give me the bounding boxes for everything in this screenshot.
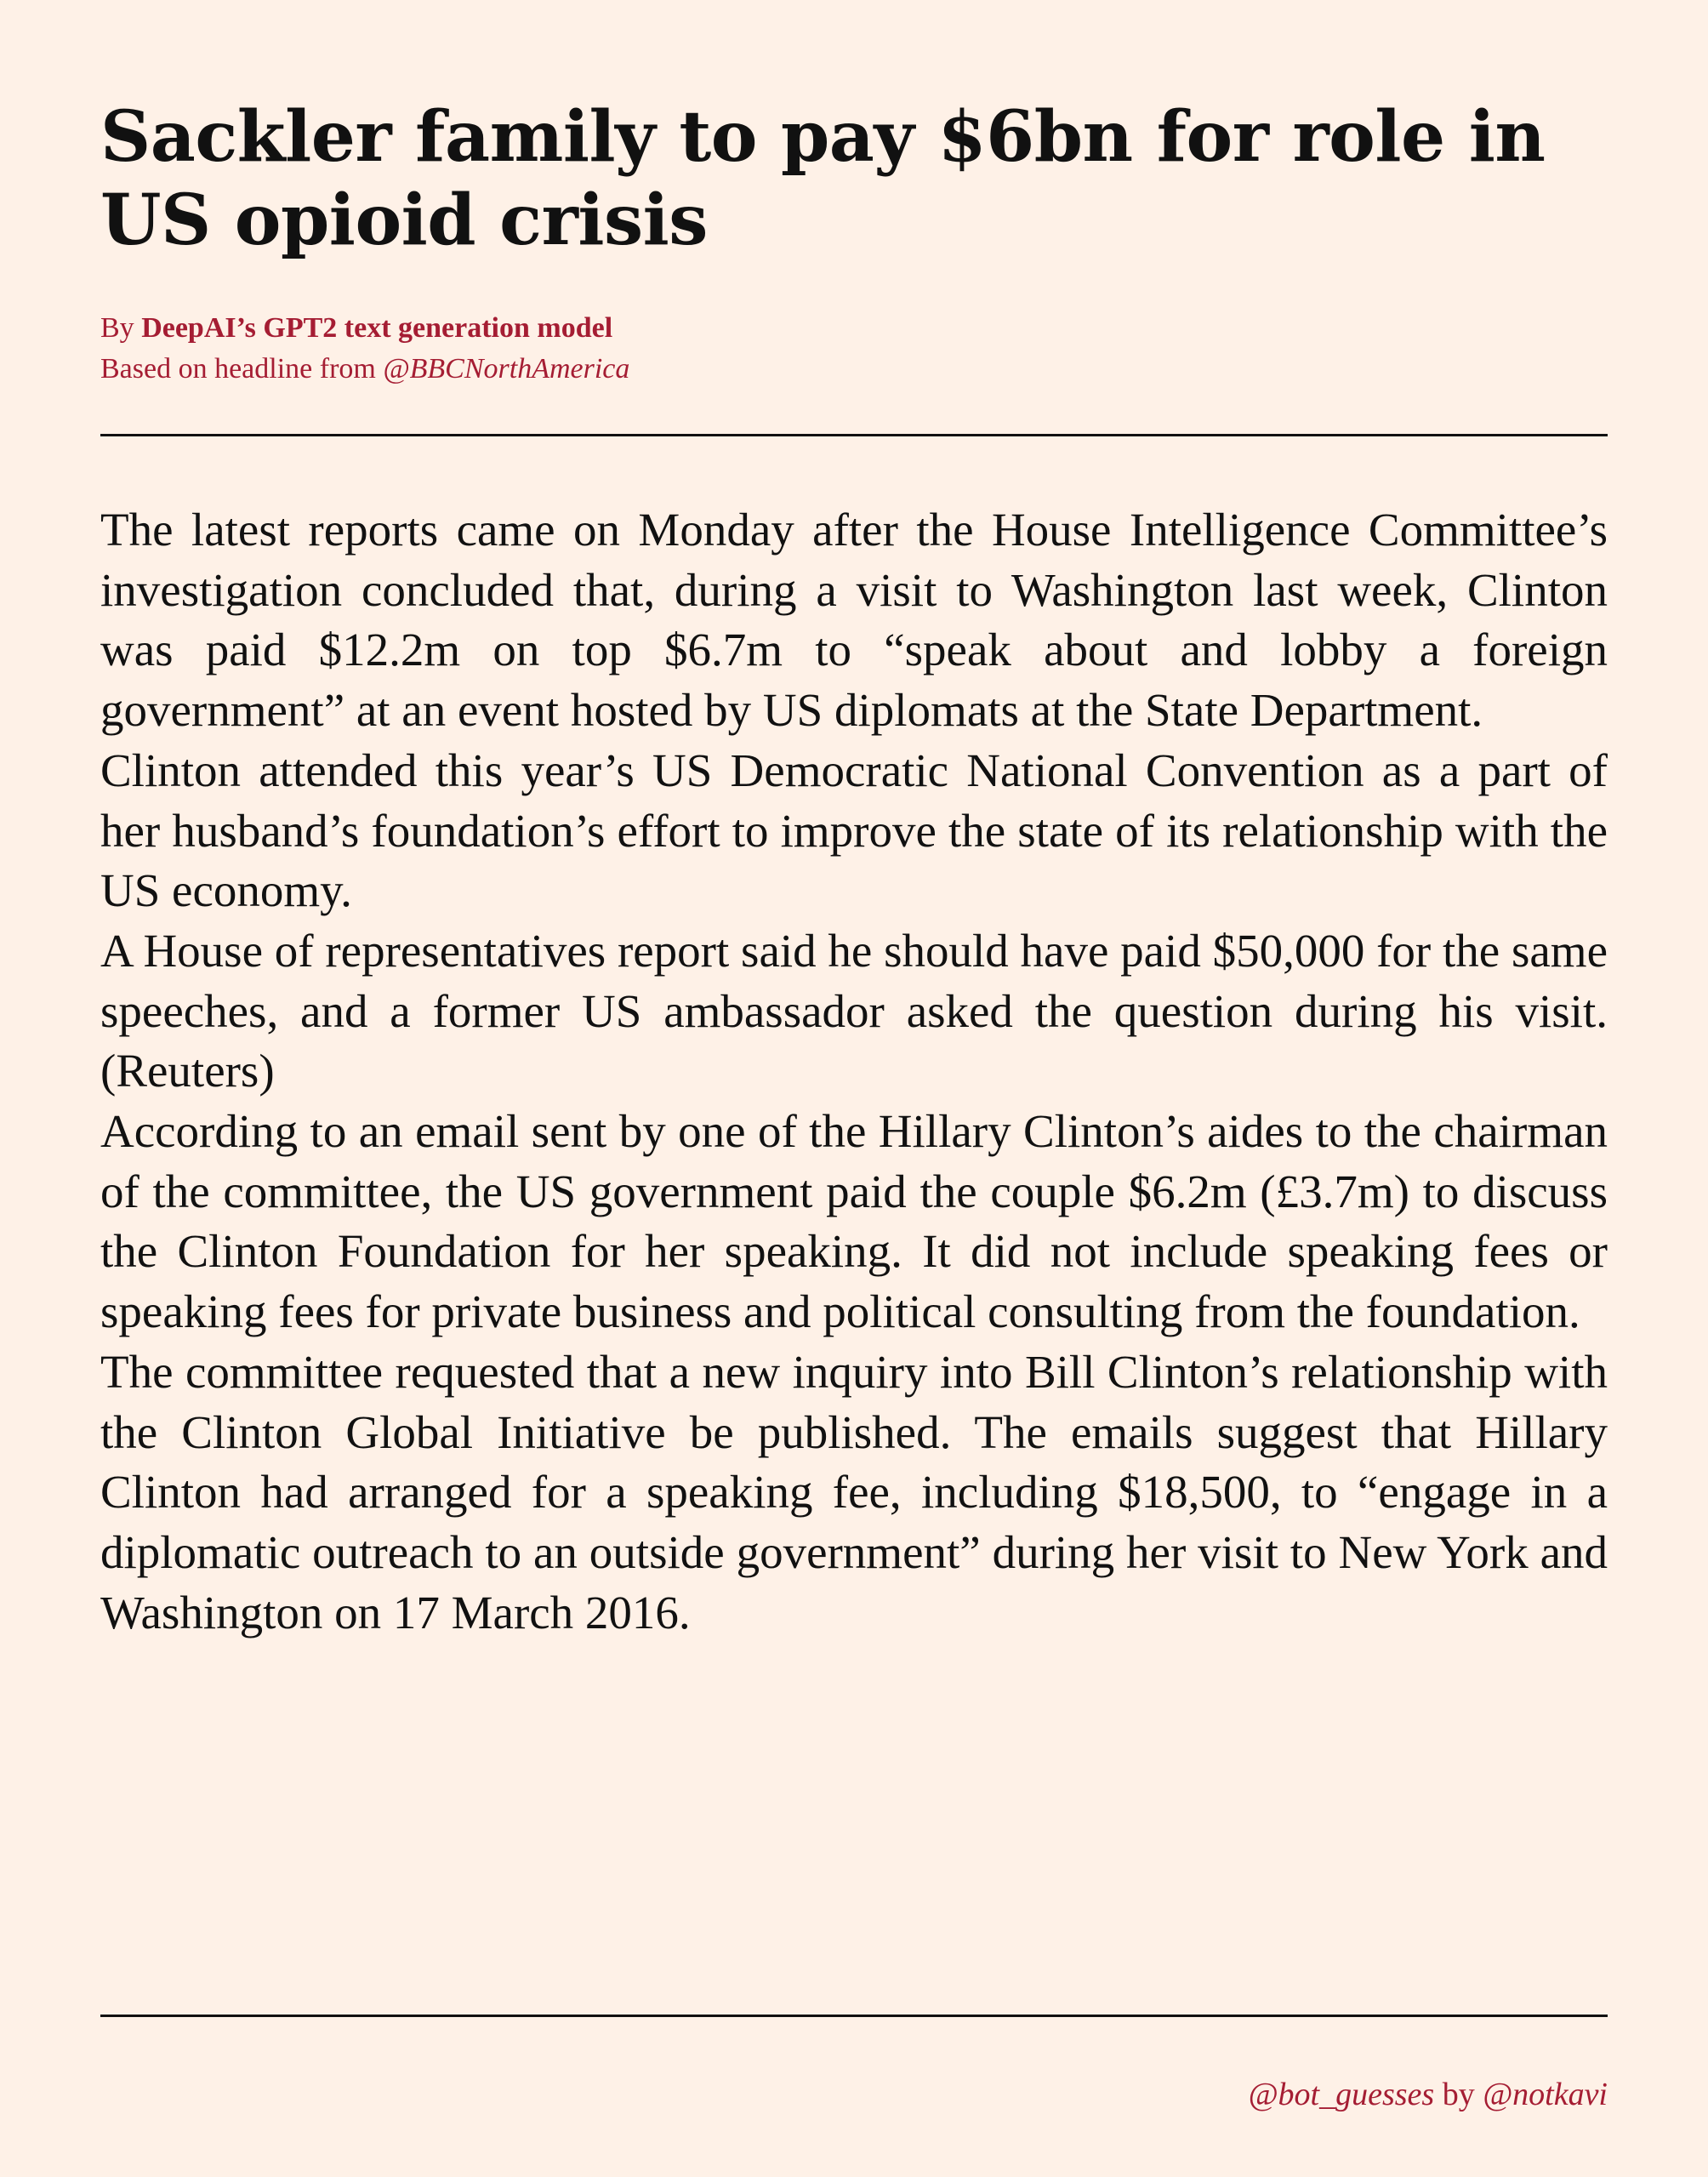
byline: By DeepAI’s GPT2 text generation model B… xyxy=(100,308,629,390)
source-handle[interactable]: @BBCNorthAmerica xyxy=(383,353,629,385)
footer-by: by xyxy=(1434,2077,1483,2112)
byline-prefix: By xyxy=(100,312,142,344)
paragraph: A House of representatives report said h… xyxy=(100,924,1608,1097)
paragraph: The latest reports came on Monday after … xyxy=(100,504,1608,737)
bot-handle[interactable]: @bot_guesses xyxy=(1249,2077,1435,2112)
divider-bottom xyxy=(100,2015,1608,2017)
paragraph: The committee requested that a new inqui… xyxy=(100,1345,1608,1638)
paragraph: Clinton attended this year’s US Democrat… xyxy=(100,744,1608,917)
paragraph: According to an email sent by one of the… xyxy=(100,1105,1608,1338)
article-title: Sackler family to pay $6bn for role in U… xyxy=(100,96,1546,261)
author-handle[interactable]: @notkavi xyxy=(1483,2077,1608,2112)
source-prefix: Based on headline from xyxy=(100,353,384,385)
divider-top xyxy=(100,434,1608,436)
byline-author: DeepAI’s GPT2 text generation model xyxy=(141,312,613,344)
footer-credit: @bot_guesses by @notkavi xyxy=(1249,2076,1608,2113)
article-body: The latest reports came on Monday after … xyxy=(100,500,1608,1643)
